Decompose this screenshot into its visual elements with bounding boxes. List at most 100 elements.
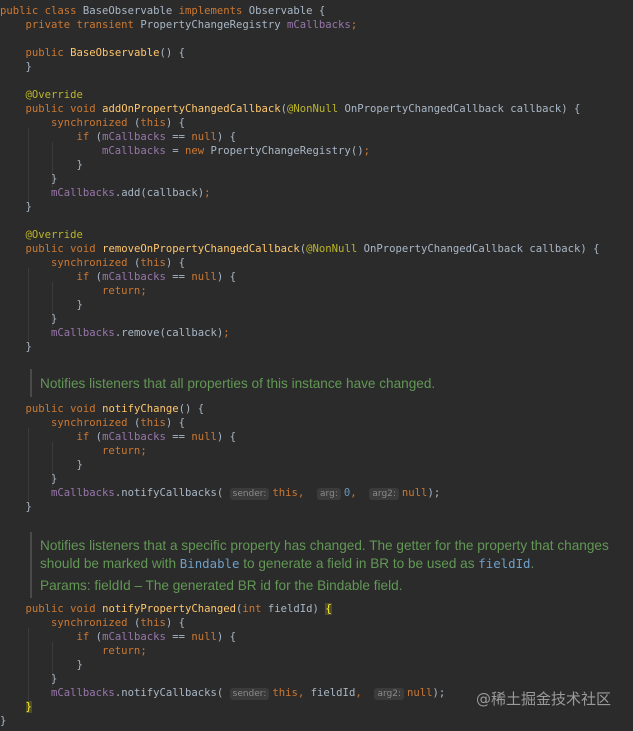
code-token: @Override [0,89,83,101]
code-token: null [407,687,433,699]
code-token: private transient [0,19,141,31]
code-token: null [191,271,217,283]
code-token: () { [159,47,185,59]
code-line[interactable]: public void notifyPropertyChanged(int fi… [0,602,332,616]
code-line[interactable]: } [0,500,32,514]
code-token: this [140,257,166,269]
code-token: public void [0,103,103,115]
code-line[interactable]: if (mCallbacks == null) { [0,270,237,284]
code-token: null [191,431,217,443]
code-token: null [401,487,428,499]
code-token: ) { [216,131,237,143]
code-token: int [242,603,268,615]
code-line[interactable]: @Override [0,228,83,242]
code-line[interactable]: if (mCallbacks == null) { [0,430,237,444]
code-token: null [191,631,217,643]
code-line[interactable]: } [0,472,57,486]
code-token: return [0,645,141,657]
parameter-hint: sender: [229,688,270,700]
code-line[interactable]: } [0,200,32,214]
code-token: public [0,47,71,59]
code-line[interactable]: synchronized (this) { [0,416,185,430]
doc-comment-notify-change[interactable]: Notifies listeners that all properties o… [30,369,628,397]
code-line[interactable]: return; [0,444,147,458]
code-line[interactable]: } [0,672,57,686]
code-token: @NonNull [287,103,345,115]
code-token: = [172,145,185,157]
code-line[interactable]: synchronized (this) { [0,116,185,130]
doc-params: Params: fieldId – The generated BR id fo… [40,578,403,593]
code-token: == [172,131,192,143]
code-token: mCallbacks [102,271,173,283]
code-token: return [0,445,141,457]
code-token: Observable { [248,5,326,17]
code-token: } [0,159,83,171]
code-token: } [0,313,58,325]
code-line[interactable]: public BaseObservable() { [0,46,185,60]
code-token: } [0,173,58,185]
code-line[interactable]: synchronized (this) { [0,616,185,630]
code-token: } [0,201,32,213]
code-line[interactable]: public void notifyChange() { [0,402,205,416]
code-token: ); [427,487,441,499]
doc-code-bindable[interactable]: Bindable [180,556,240,571]
code-line[interactable]: private transient PropertyChangeRegistry… [0,18,358,32]
code-token: BaseObservable [70,47,160,59]
code-line[interactable]: } [0,158,83,172]
code-line[interactable]: } [0,172,57,186]
code-token: ; [140,645,147,657]
code-token: addOnPropertyChangedCallback [102,103,281,115]
code-token: mCallbacks [0,327,115,339]
code-line[interactable]: return; [0,284,147,298]
code-token: mCallbacks [102,131,173,143]
doc-comment-notify-property-changed[interactable]: Notifies listeners that a specific prope… [30,532,630,598]
code-line[interactable]: mCallbacks.notifyCallbacks( sender: this,… [0,486,440,500]
code-line[interactable]: } [0,658,83,672]
doc-text: should be marked with Bindable to genera… [40,556,535,571]
code-line[interactable]: mCallbacks.notifyCallbacks( sender: this,… [0,686,445,700]
code-line[interactable]: @Override [0,88,83,102]
code-line[interactable]: if (mCallbacks == null) { [0,130,237,144]
code-token: BaseObservable [82,5,179,17]
code-editor[interactable]: public class BaseObservable implements O… [0,0,633,731]
code-token: ; [204,187,211,199]
code-line[interactable]: public void addOnPropertyChangedCallback… [0,102,581,116]
code-token: @NonNull [306,243,364,255]
code-line[interactable]: synchronized (this) { [0,256,185,270]
code-line[interactable]: if (mCallbacks == null) { [0,630,237,644]
code-token: implements [178,5,249,17]
code-token: public void [0,603,103,615]
code-line[interactable]: } [0,340,32,354]
code-token: synchronized [0,117,134,129]
code-line[interactable]: public class BaseObservable implements O… [0,4,325,18]
code-line[interactable]: } [0,298,83,312]
code-token: .remove(callback) [114,327,224,339]
code-line[interactable]: mCallbacks = new PropertyChangeRegistry(… [0,144,370,158]
code-line[interactable]: } [0,60,32,74]
code-token: .add(callback) [114,187,205,199]
code-line[interactable]: } [0,714,6,728]
doc-text: Notifies listeners that a specific prope… [40,538,609,553]
code-token: this [140,117,166,129]
parameter-hint: arg2: [374,688,404,700]
code-line[interactable]: } [0,312,57,326]
code-line[interactable]: public void removeOnPropertyChangedCallb… [0,242,600,256]
code-token: public class [0,5,83,17]
code-token: () [350,145,364,157]
code-token: synchronized [0,417,134,429]
code-line[interactable]: mCallbacks.remove(callback); [0,326,230,340]
code-line[interactable]: mCallbacks.add(callback); [0,186,211,200]
code-token: , [350,487,370,499]
code-token: ); [432,687,446,699]
code-token: } [0,61,32,73]
code-token: , [355,687,375,699]
code-line[interactable]: } [0,700,32,714]
code-token: if [0,271,96,283]
code-token: mCallbacks [0,687,115,699]
code-line[interactable]: } [0,458,83,472]
code-token: public void [0,403,103,415]
code-line[interactable]: return; [0,644,147,658]
code-token: .notifyCallbacks( [114,487,230,499]
code-token: ) { [165,417,185,429]
code-token: ) { [165,257,185,269]
